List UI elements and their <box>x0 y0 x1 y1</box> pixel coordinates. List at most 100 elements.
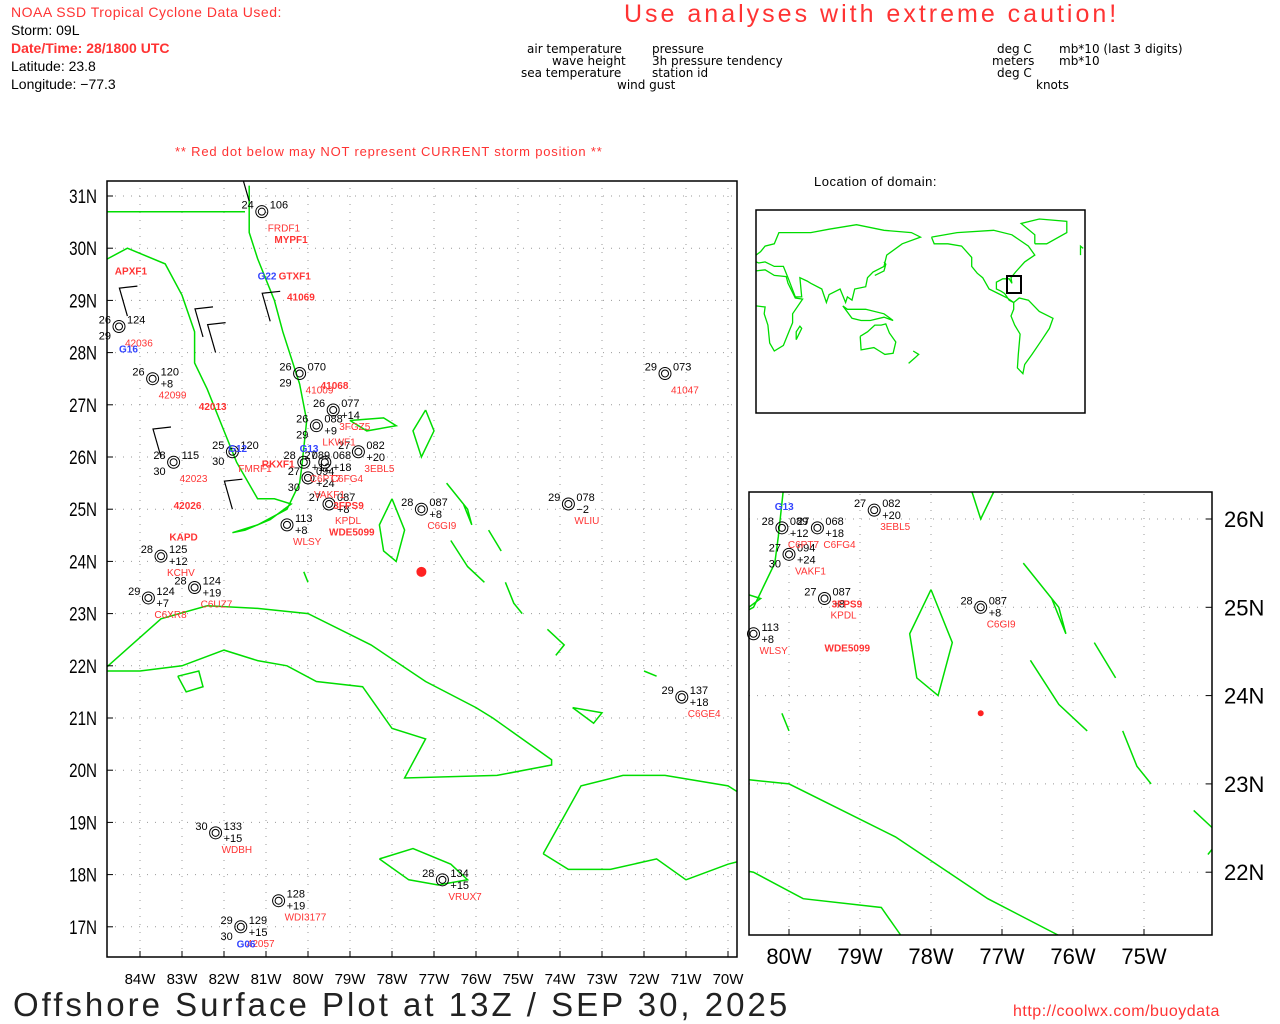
coastline-isle-youth <box>177 670 204 693</box>
storm-position-dot-icon <box>416 566 427 577</box>
station-ring-icon <box>561 497 575 511</box>
air-temperature: 29 <box>548 492 560 504</box>
coastline-cat-island <box>487 529 502 552</box>
station-id: C6GI9 <box>987 619 1016 630</box>
station-WLSY: 113+8WLSY <box>747 622 788 657</box>
station-id-label: G12 <box>228 444 247 455</box>
pressure: 129 <box>249 915 267 927</box>
station-ring-icon <box>272 894 286 908</box>
station-id-label: G13 <box>300 444 319 455</box>
air-temperature: 28 <box>174 576 186 588</box>
station-ring-icon <box>255 205 269 219</box>
coastline-eleuthera <box>1022 562 1067 635</box>
world-locator-map <box>755 218 1084 375</box>
sea-temperature: 29 <box>296 430 308 442</box>
pressure-tendency: +18 <box>690 697 709 709</box>
zoom-lat-tick-label: 26N <box>1224 507 1264 532</box>
pressure-tendency: +15 <box>450 880 469 892</box>
station-id-label: APXF1 <box>115 266 148 277</box>
pressure-tendency: +19 <box>287 901 306 913</box>
station-42023: 28 115 30 42023 <box>153 450 207 485</box>
station-id: KPDL <box>335 516 362 527</box>
station-ring-icon <box>293 366 307 380</box>
station-id: WLIU <box>574 516 599 527</box>
station-marker-icon <box>157 552 165 561</box>
station-C6XR8: 29 124+7C6XR8 <box>128 586 187 621</box>
lat-tick-label: 28N <box>69 342 97 364</box>
coastline-hispaniola <box>542 853 738 881</box>
zoom-lon-tick-label: 79W <box>837 944 882 969</box>
station-marker-icon <box>312 421 321 430</box>
pressure-tendency: +14 <box>341 410 360 422</box>
station-id: KPDL <box>831 610 858 621</box>
wind-barb-icon <box>118 285 138 317</box>
station-marker-icon <box>283 520 291 529</box>
station-id: 42023 <box>180 474 208 485</box>
station-C6GI9: 28 087+8C6GI9 <box>960 595 1016 630</box>
pressure: 088 <box>324 414 342 426</box>
station-id: VAKF1 <box>314 490 345 501</box>
station-ring-icon <box>818 591 831 605</box>
station-marker-icon <box>677 693 686 702</box>
coastline-long-island <box>1122 730 1152 785</box>
station-41047: 29 073 41047 <box>645 361 699 396</box>
station-id: 3EBL5 <box>364 464 394 475</box>
lat-tick-label: 22N <box>69 655 97 677</box>
pressure-tendency: +20 <box>366 452 385 464</box>
air-temperature: 24 <box>242 200 254 212</box>
station-marker-icon <box>144 593 153 602</box>
station-marker-icon <box>274 896 283 905</box>
source-url-link[interactable]: http://coolwx.com/buoydata <box>1013 1003 1220 1021</box>
pressure: 078 <box>576 492 594 504</box>
station-id-label: 41068 <box>321 381 349 392</box>
station-ring-icon <box>867 503 881 517</box>
continent-outline-australia <box>859 323 897 356</box>
station-id: LKWF1 <box>322 438 356 449</box>
station-id-label: G06 <box>237 940 256 951</box>
air-temperature: 28 <box>762 516 774 528</box>
pressure: 087 <box>429 497 447 509</box>
coastline-turks <box>643 670 657 677</box>
station-id-label: 42026 <box>174 501 202 512</box>
pressure-tendency: +15 <box>249 927 268 939</box>
station-id: C6FG4 <box>823 540 856 551</box>
air-temperature: 26 <box>132 367 144 379</box>
station-id: C6PT7 <box>788 540 820 551</box>
pressure: 124 <box>203 576 221 588</box>
storm-position-dot-icon <box>977 710 984 717</box>
station-ring-icon <box>414 502 428 516</box>
air-temperature: 29 <box>645 361 657 373</box>
continent-outline-indonesia <box>842 305 894 322</box>
lat-tick-label: 21N <box>69 707 97 729</box>
pressure: 125 <box>169 544 187 556</box>
air-temperature: 30 <box>195 821 207 833</box>
station-marker-icon <box>148 374 157 383</box>
station-marker-icon <box>211 828 220 837</box>
station-ring-icon <box>775 521 789 535</box>
coastline-cay-sal <box>781 713 790 732</box>
coastline-long-island <box>504 582 523 615</box>
wind-barb-icon <box>223 478 243 510</box>
station-ring-icon <box>188 581 202 594</box>
pressure-tendency: +18 <box>333 462 352 474</box>
air-temperature: 27 <box>854 498 866 510</box>
station-id-label: G16 <box>119 345 138 356</box>
pressure: 115 <box>182 450 200 462</box>
station-marker-icon <box>976 603 985 612</box>
station-KCHV: 28 125+12KCHV <box>141 544 195 579</box>
pressure: 087 <box>989 595 1007 607</box>
main-map: 29 0734104729 078−2WLIU28 087+8C6GI929 137+1… <box>99 180 738 957</box>
pressure-tendency: +8 <box>762 634 775 646</box>
station-ring-icon <box>280 518 294 532</box>
pressure-tendency: −2 <box>576 504 589 516</box>
station-id: VAKF1 <box>795 566 826 577</box>
station-id-label: GTXF1 <box>279 272 312 283</box>
station-id: VRUX7 <box>448 892 482 903</box>
station-FRDF1: 24 106 FRDF1 <box>242 200 301 235</box>
station-id: 3EBL5 <box>880 522 910 533</box>
air-temperature: 26 <box>279 361 291 373</box>
coastline-cat-island <box>1093 642 1117 679</box>
lat-tick-label: 24N <box>69 551 97 573</box>
station-ring-icon <box>234 920 248 934</box>
station-id-label: 42013 <box>199 402 227 413</box>
